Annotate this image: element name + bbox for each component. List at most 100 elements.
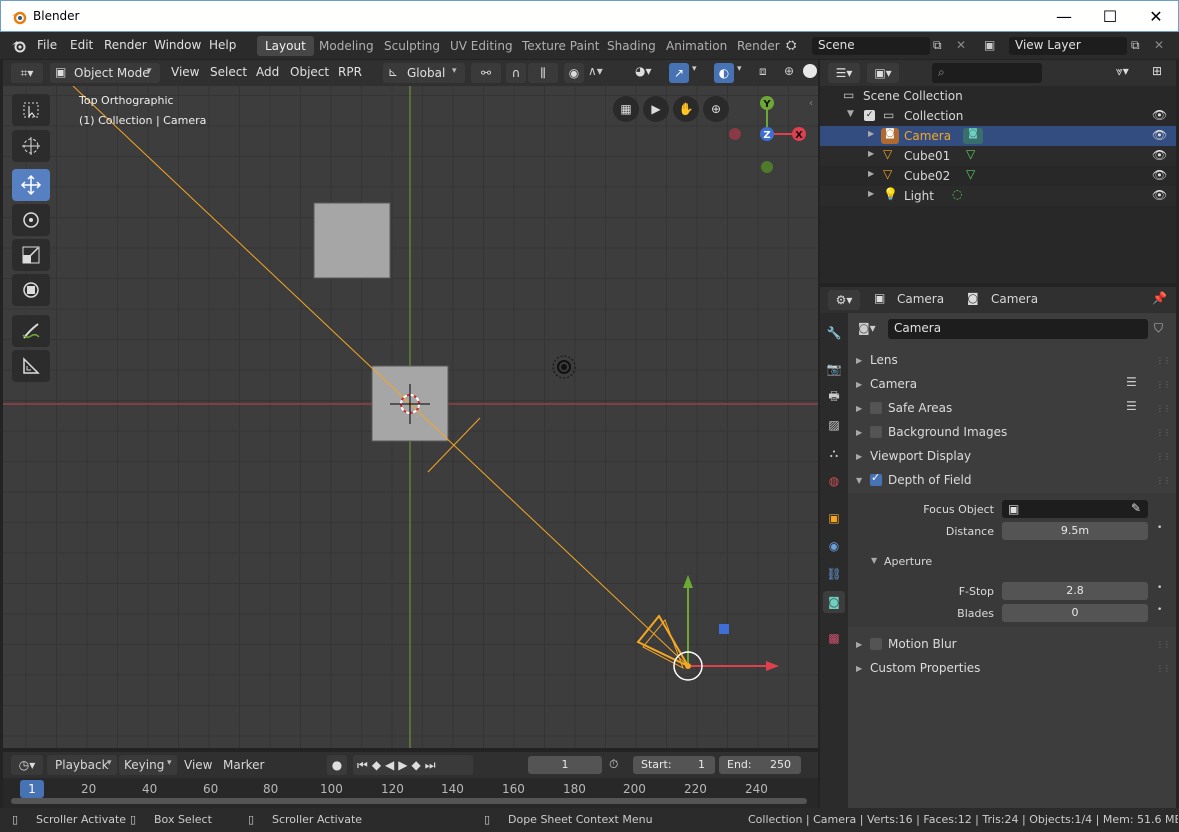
panel-motion-blur[interactable]: ▶ Motion Blur ⋮⋮	[848, 633, 1176, 655]
vp-menu-view[interactable]: View	[171, 65, 199, 79]
properties-editor-type-icon[interactable]: ⚙▾	[828, 290, 860, 310]
vp-menu-select[interactable]: Select	[210, 65, 247, 79]
panel-custom-properties[interactable]: ▶ Custom Properties ⋮⋮	[848, 657, 1176, 679]
orientation-dropdown[interactable]: ⊾ Global ▾	[383, 63, 465, 83]
close-button[interactable]: ✕	[1133, 1, 1179, 32]
snap-icon[interactable]: ∩	[506, 63, 526, 83]
solid-shading-icon[interactable]	[803, 64, 817, 78]
delete-scene-icon[interactable]: ✕	[956, 38, 966, 52]
delete-view-layer-icon[interactable]: ✕	[1154, 38, 1164, 52]
prev-keyframe-icon[interactable]: ◆	[372, 758, 385, 772]
overlay-toggle-icon[interactable]: ◐	[714, 63, 734, 83]
pan-hand-icon[interactable]: ✋	[673, 96, 699, 122]
measure-tool-icon[interactable]	[12, 350, 50, 382]
outliner-row-collection[interactable]: ▼ ✓ ▭ Collection 👁	[820, 106, 1176, 126]
jump-end-icon[interactable]: ⏭	[425, 758, 440, 772]
xray-icon[interactable]: ⧈	[759, 64, 767, 79]
display-mode-icon[interactable]: ▣▾	[867, 63, 899, 83]
vp-menu-add[interactable]: Add	[256, 65, 279, 79]
transform-tool-icon[interactable]	[12, 274, 50, 306]
sidebar-toggle-icon[interactable]: ‹	[809, 98, 813, 109]
collection-checkbox[interactable]: ✓	[864, 110, 875, 121]
view-layer-icon[interactable]: ▣	[984, 38, 995, 52]
eyedropper-icon[interactable]: ✎	[1131, 501, 1141, 515]
move-gizmo[interactable]	[673, 575, 779, 681]
chevron-down-icon[interactable]: ▾	[692, 64, 697, 74]
tab-layout[interactable]: Layout	[257, 36, 314, 56]
pin-icon[interactable]: 📌	[1152, 291, 1167, 305]
playback-controls[interactable]: ⏮◆◀▶◆⏭	[353, 755, 473, 775]
play-icon[interactable]: ▶	[398, 758, 411, 772]
record-icon[interactable]: ●	[327, 755, 347, 775]
scene-tab-icon[interactable]: ⛬	[823, 442, 845, 464]
keyframe-dot-icon[interactable]: •	[1157, 523, 1162, 533]
blades-field[interactable]: 0	[1002, 604, 1148, 622]
visibility-eye-icon[interactable]: 👁	[1152, 148, 1167, 162]
object-tab-icon[interactable]: ▣	[823, 507, 845, 529]
vp-menu-object[interactable]: Object	[290, 65, 329, 79]
distance-field[interactable]: 9.5m	[1002, 522, 1148, 540]
clock-editor-icon[interactable]: ◷▾	[11, 755, 43, 775]
fstop-field[interactable]: 2.8	[1002, 582, 1148, 600]
current-frame-field[interactable]: 1	[528, 756, 602, 774]
grid-view-icon[interactable]: ▦	[613, 96, 639, 122]
next-keyframe-icon[interactable]: ◆	[412, 758, 425, 772]
navigation-gizmo[interactable]: Y X Z	[729, 96, 806, 173]
panel-depth-of-field[interactable]: ▼Depth of Field⋮⋮	[848, 469, 1176, 491]
keying-dropdown[interactable]: Keying ▾	[119, 755, 177, 775]
tab-uv-editing[interactable]: UV Editing	[442, 36, 521, 56]
maximize-button[interactable]: ☐	[1087, 1, 1133, 32]
expand-arrow-icon[interactable]: ▶	[868, 149, 874, 158]
safe-areas-checkbox[interactable]	[870, 402, 882, 414]
menu-file[interactable]: File	[37, 38, 57, 52]
camera-data-tab-icon[interactable]: ◙	[823, 591, 845, 613]
timeline[interactable]: 1 20 40 60 80 100 120 140 160 180 200 22…	[3, 778, 818, 808]
scene-icon[interactable]: ⛭	[786, 38, 796, 53]
expanded-arrow-icon[interactable]: ▼	[871, 556, 877, 565]
panel-camera[interactable]: ▶ Camera ☰ ⋮⋮	[848, 373, 1176, 395]
depth-of-field-checkbox[interactable]	[870, 471, 882, 486]
mode-dropdown[interactable]: ▣ Object Mode ▾	[50, 63, 160, 83]
expand-arrow-icon[interactable]: ▼	[847, 109, 854, 119]
timeline-view-menu[interactable]: View	[184, 758, 212, 772]
vp-menu-rpr[interactable]: RPR	[338, 65, 362, 79]
panel-background-images[interactable]: ▶ Background Images ⋮⋮	[848, 421, 1176, 443]
start-frame-field[interactable]: Start: 1	[633, 756, 715, 774]
expand-arrow-icon[interactable]: ▶	[868, 129, 874, 138]
menu-window[interactable]: Window	[154, 38, 201, 52]
light-object[interactable]	[552, 355, 576, 379]
blender-menu-icon[interactable]	[11, 38, 27, 54]
view-layer-tab-icon[interactable]: ▨	[823, 414, 845, 436]
panel-safe-areas[interactable]: ▶ Safe Areas ☰ ⋮⋮	[848, 397, 1176, 419]
fake-user-shield-icon[interactable]: ⛉	[1154, 321, 1163, 336]
annotate-tool-icon[interactable]	[12, 315, 50, 347]
tool-settings-tab-icon[interactable]: 🔧	[823, 322, 845, 344]
select-box-tool-icon[interactable]	[12, 94, 50, 126]
end-frame-field[interactable]: End: 250	[719, 756, 801, 774]
copy-scene-icon[interactable]: ⧉	[933, 38, 942, 53]
wireframe-shading-icon[interactable]: ⊕	[784, 64, 794, 78]
cursor-tool-icon[interactable]	[12, 130, 50, 162]
playhead[interactable]: 1	[20, 780, 44, 798]
light-data-icon[interactable]: ◌	[952, 187, 962, 201]
outliner-row-camera[interactable]: ▶ ◙ Camera ◙ 👁	[820, 126, 1176, 146]
tab-texture-paint[interactable]: Texture Paint	[514, 36, 607, 56]
visibility-eye-icon[interactable]: 👁	[1152, 108, 1167, 122]
outliner-row-cube01[interactable]: ▶ ▽ Cube01 ▽ 👁	[820, 146, 1176, 166]
stopwatch-icon[interactable]: ⏱	[609, 757, 618, 772]
camera-data-name-field[interactable]: Camera	[888, 319, 1148, 339]
filter-icon[interactable]: ⩔▾	[1116, 64, 1129, 79]
focus-object-field[interactable]: ▣	[1002, 500, 1148, 518]
view-layer-field[interactable]: View Layer	[1009, 37, 1127, 55]
falloff-icon[interactable]: ∧▾	[588, 64, 603, 78]
tab-sculpting[interactable]: Sculpting	[376, 36, 448, 56]
zoom-icon[interactable]: ⊕	[703, 96, 729, 122]
motion-blur-checkbox[interactable]	[870, 638, 882, 650]
outliner-editor-type-icon[interactable]: ☰▾	[828, 63, 860, 83]
outliner-row-cube02[interactable]: ▶ ▽ Cube02 ▽ 👁	[820, 166, 1176, 186]
pivot-point-icon[interactable]: ⚯	[471, 63, 501, 83]
proportional-edit-icon[interactable]: ◉	[564, 63, 584, 83]
gizmo-toggle-icon[interactable]: ↗	[669, 63, 689, 83]
chevron-down-icon[interactable]: ▾	[737, 64, 742, 74]
output-tab-icon[interactable]: 🖶	[823, 386, 845, 408]
